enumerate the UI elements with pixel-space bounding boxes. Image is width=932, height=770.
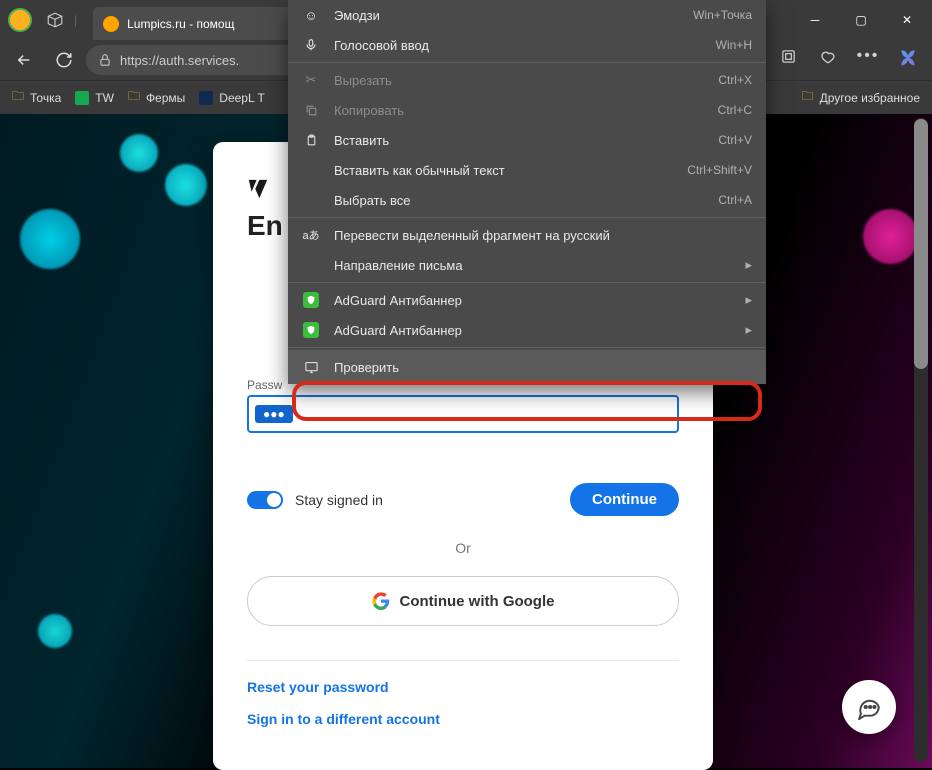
bookmark-label: Другое избранное	[820, 91, 920, 105]
submenu-arrow-icon: ▸	[745, 292, 752, 308]
submenu-arrow-icon: ▸	[745, 322, 752, 338]
bookmark-label: TW	[95, 91, 114, 105]
menu-inspect[interactable]: Проверить	[288, 350, 766, 384]
menu-translate[interactable]: aあПеревести выделенный фрагмент на русск…	[288, 220, 766, 250]
tab-favicon	[103, 16, 119, 32]
divider	[247, 660, 679, 661]
extensions-icon[interactable]	[770, 40, 806, 72]
bookmark-item[interactable]: DeepL Т	[199, 91, 265, 105]
or-divider: Or	[247, 540, 679, 556]
stay-signed-label: Stay signed in	[295, 492, 383, 508]
folder-icon: 🗀	[128, 87, 140, 108]
close-button[interactable]: ✕	[884, 0, 930, 40]
deepl-icon	[199, 91, 213, 105]
chat-fab[interactable]	[842, 680, 896, 734]
favorites-icon[interactable]	[810, 40, 846, 72]
mic-icon	[302, 38, 320, 52]
bookmark-item[interactable]: 🗀 Фермы	[128, 87, 185, 108]
continue-button[interactable]: Continue	[570, 483, 679, 516]
more-icon[interactable]: •••	[850, 40, 886, 72]
menu-text-direction[interactable]: Направление письма▸	[288, 250, 766, 280]
reset-password-link[interactable]: Reset your password	[247, 679, 679, 695]
google-signin-label: Continue with Google	[400, 593, 555, 610]
chat-icon	[856, 694, 882, 720]
inspect-icon	[302, 360, 320, 375]
cut-icon: ✂	[302, 72, 320, 88]
tab-title: Lumpics.ru - помощ	[127, 17, 234, 31]
menu-paste-plain[interactable]: Вставить как обычный текстCtrl+Shift+V	[288, 155, 766, 185]
workspaces-icon[interactable]	[46, 11, 64, 29]
maximize-button[interactable]: ▢	[838, 0, 884, 40]
lock-icon	[98, 53, 112, 67]
bookmark-item[interactable]: TW	[75, 91, 114, 105]
menu-adguard[interactable]: AdGuard Антибаннер▸	[288, 285, 766, 315]
different-account-link[interactable]: Sign in to a different account	[247, 711, 679, 727]
minimize-button[interactable]: ─	[792, 0, 838, 40]
password-chip: ●●●	[255, 405, 293, 423]
bookmark-label: Точка	[30, 91, 61, 105]
password-input[interactable]: ●●●	[247, 395, 679, 433]
menu-select-all[interactable]: Выбрать всеCtrl+A	[288, 185, 766, 215]
menu-cut: ✂ВырезатьCtrl+X	[288, 65, 766, 95]
url-text: https://auth.services.	[120, 53, 239, 68]
scrollbar-thumb[interactable]	[914, 119, 928, 369]
bookmark-label: DeepL Т	[219, 91, 265, 105]
copy-icon	[302, 104, 320, 117]
browser-tab[interactable]: Lumpics.ru - помощ	[93, 7, 303, 40]
menu-adguard[interactable]: AdGuard Антибаннер▸	[288, 315, 766, 345]
folder-icon: 🗀	[12, 87, 24, 108]
window-controls: ─ ▢ ✕	[792, 0, 930, 40]
bookmark-item[interactable]: 🗀 Точка	[12, 87, 61, 108]
sheets-icon	[75, 91, 89, 105]
adobe-logo-icon	[247, 178, 269, 200]
google-signin-button[interactable]: Continue with Google	[247, 576, 679, 626]
emoji-icon: ☺	[302, 8, 320, 23]
copilot-button[interactable]	[890, 40, 926, 80]
back-button[interactable]	[6, 44, 42, 76]
other-bookmarks[interactable]: 🗀 Другое избранное	[802, 87, 920, 108]
menu-emoji[interactable]: ☺ЭмодзиWin+Точка	[288, 0, 766, 30]
adguard-icon	[303, 322, 319, 338]
menu-copy: КопироватьCtrl+C	[288, 95, 766, 125]
menu-paste[interactable]: ВставитьCtrl+V	[288, 125, 766, 155]
submenu-arrow-icon: ▸	[745, 257, 752, 273]
google-icon	[372, 592, 390, 610]
paste-icon	[302, 134, 320, 147]
context-menu: ☺ЭмодзиWin+Точка Голосовой вводWin+H ✂Вы…	[288, 0, 766, 384]
stay-signed-toggle[interactable]	[247, 491, 283, 509]
refresh-button[interactable]	[46, 44, 82, 76]
adguard-icon	[303, 292, 319, 308]
bookmark-label: Фермы	[146, 91, 185, 105]
translate-icon: aあ	[302, 227, 320, 243]
folder-icon: 🗀	[802, 87, 814, 108]
profile-avatar[interactable]	[8, 8, 32, 32]
menu-voice-input[interactable]: Голосовой вводWin+H	[288, 30, 766, 60]
